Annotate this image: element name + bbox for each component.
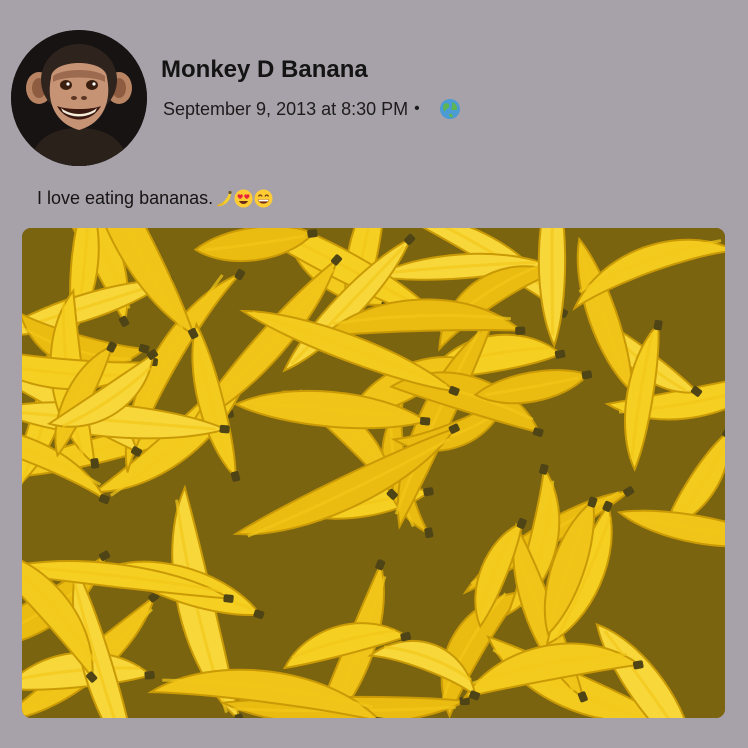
grinning-face-emoji-icon <box>254 189 273 208</box>
author-name[interactable]: Monkey D Banana <box>161 56 368 84</box>
globe-icon[interactable] <box>439 98 461 120</box>
avatar[interactable] <box>11 30 147 166</box>
post-timestamp[interactable]: September 9, 2013 at 8:30 PM <box>163 99 408 120</box>
banana-emoji-icon <box>214 189 233 208</box>
post-photo[interactable] <box>22 228 725 718</box>
heart-eyes-emoji-icon <box>234 189 253 208</box>
chimpanzee-avatar-icon <box>11 30 147 166</box>
post-caption: I love eating bananas. <box>37 185 273 211</box>
post-card: Monkey D Banana September 9, 2013 at 8:3… <box>0 0 748 748</box>
meta-separator: • <box>414 100 420 117</box>
post-meta: September 9, 2013 at 8:30 PM • <box>163 96 461 122</box>
pile-of-bananas-image <box>22 228 725 718</box>
caption-text: I love eating bananas. <box>37 187 214 208</box>
